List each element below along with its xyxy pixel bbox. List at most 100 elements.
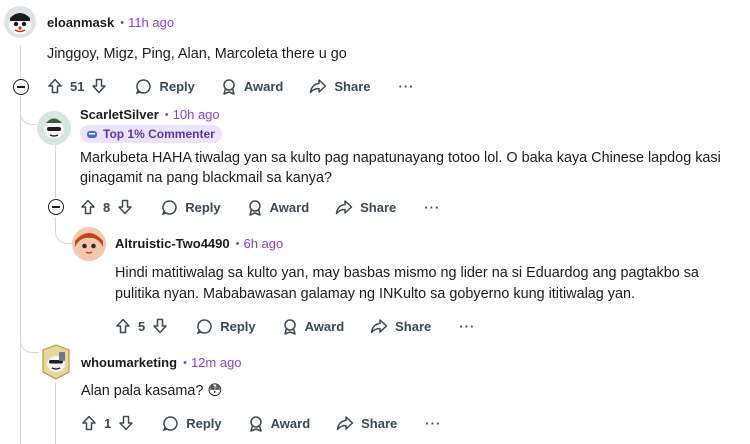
commenter-badge-icon — [87, 130, 97, 138]
anime-avatar-icon — [72, 227, 106, 261]
comment-body: Alan pala kasama? 😳 — [81, 383, 223, 399]
vote-count: 51 — [70, 78, 85, 94]
vote-group: 51 — [47, 78, 107, 94]
comment-body: Jinggoy, Migz, Ping, Alan, Marcoleta the… — [47, 46, 347, 62]
comment-body-line: ginagamit na pang blackmail sa kanya? — [80, 170, 332, 186]
badge-label: Top 1% Commenter — [103, 127, 215, 141]
reply-button[interactable]: Reply — [161, 199, 221, 216]
upvote-icon[interactable] — [115, 318, 131, 334]
username[interactable]: eloanmask — [47, 15, 114, 30]
share-label: Share — [395, 318, 432, 334]
award-button[interactable]: Award — [221, 78, 284, 95]
award-icon — [249, 415, 262, 432]
downvote-icon[interactable] — [118, 415, 134, 431]
reply-label: Reply — [186, 415, 222, 431]
username[interactable]: ScarletSilver — [80, 107, 159, 122]
thread-connector-altruistic — [55, 217, 73, 244]
timestamp[interactable]: 6h ago — [243, 236, 283, 251]
vote-group: 1 — [81, 415, 134, 431]
vote-count: 1 — [104, 415, 112, 431]
upvote-icon[interactable] — [47, 78, 63, 94]
timestamp[interactable]: 11h ago — [128, 15, 174, 30]
username[interactable]: Altruistic-Two4490 — [115, 236, 230, 251]
comment-header: Altruistic-Two4490 • 6h ago — [115, 236, 283, 251]
comment-header: whoumarketing • 12m ago — [81, 355, 242, 370]
snoo-avatar-icon — [42, 344, 70, 380]
collapse-toggle[interactable] — [48, 199, 64, 215]
upvote-icon[interactable] — [81, 415, 97, 431]
vote-count: 8 — [103, 199, 111, 215]
award-label: Award — [270, 415, 311, 431]
thread-connector-whou — [20, 330, 39, 353]
award-label: Award — [304, 318, 345, 334]
comment-actions: 5 Reply Award Share ··· — [115, 314, 475, 338]
reply-icon — [161, 199, 177, 215]
comment-actions: 51 Reply Award Share ··· — [47, 74, 415, 98]
upvote-icon[interactable] — [80, 199, 96, 215]
share-icon — [335, 200, 353, 215]
thread-line-whou — [55, 382, 56, 444]
award-label: Award — [243, 78, 284, 94]
reply-button[interactable]: Reply — [135, 78, 195, 95]
more-options-icon[interactable]: ··· — [459, 319, 475, 334]
avatar[interactable] — [72, 227, 106, 261]
award-icon — [248, 199, 261, 216]
share-label: Share — [361, 415, 398, 431]
username[interactable]: whoumarketing — [81, 355, 177, 370]
separator-dot: • — [183, 356, 187, 369]
award-button[interactable]: Award — [282, 318, 345, 335]
timestamp[interactable]: 12m ago — [191, 355, 242, 370]
snoo-avatar-icon — [4, 6, 36, 38]
reply-button[interactable]: Reply — [162, 415, 222, 432]
vote-group: 5 — [115, 318, 168, 334]
comment-header: eloanmask • 11h ago — [47, 15, 174, 30]
avatar[interactable] — [37, 111, 71, 145]
thread-connector-scarlet — [20, 96, 37, 125]
share-label: Share — [334, 78, 371, 94]
thread-line-scarlet — [55, 143, 56, 198]
avatar[interactable] — [39, 344, 73, 380]
downvote-icon[interactable] — [117, 199, 133, 215]
downvote-icon[interactable] — [91, 78, 107, 94]
award-icon — [223, 78, 235, 95]
share-icon — [336, 416, 354, 431]
comment-body-line: Hindi matitiwalag sa kulto yan, may basb… — [115, 265, 699, 281]
reply-label: Reply — [220, 318, 256, 334]
award-button[interactable]: Award — [247, 199, 310, 216]
timestamp[interactable]: 10h ago — [173, 107, 220, 122]
reply-button[interactable]: Reply — [196, 318, 256, 335]
share-button[interactable]: Share — [335, 199, 396, 215]
separator-dot: • — [235, 237, 240, 250]
share-icon — [310, 79, 327, 94]
collapse-toggle[interactable] — [13, 79, 29, 95]
more-options-icon[interactable]: ··· — [425, 416, 441, 431]
share-label: Share — [360, 199, 397, 215]
share-icon — [370, 319, 388, 334]
comment-body-line: pulitika nyan. Mababawasan galamay ng IN… — [115, 286, 635, 302]
reply-label: Reply — [185, 199, 221, 215]
vote-group: 8 — [80, 199, 133, 215]
comment-body-line: Markubeta HAHA tiwalag yan sa kulto pag … — [80, 150, 721, 166]
award-icon — [283, 318, 296, 335]
separator-dot: • — [164, 108, 169, 121]
reply-icon — [196, 318, 212, 334]
more-options-icon[interactable]: ··· — [399, 79, 415, 94]
snoo-avatar-icon — [37, 111, 71, 145]
share-button[interactable]: Share — [336, 415, 397, 431]
downvote-icon[interactable] — [152, 318, 168, 334]
award-button[interactable]: Award — [248, 415, 311, 432]
vote-count: 5 — [138, 318, 146, 334]
comment-header: ScarletSilver • 10h ago — [80, 107, 220, 122]
more-options-icon[interactable]: ··· — [424, 200, 440, 215]
reply-label: Reply — [159, 78, 195, 94]
separator-dot: • — [120, 16, 125, 29]
top-commenter-badge: Top 1% Commenter — [80, 125, 222, 143]
reply-icon — [136, 78, 152, 94]
avatar[interactable] — [4, 6, 36, 38]
comment-actions: 1 Reply Award Share ··· — [81, 411, 441, 435]
share-button[interactable]: Share — [370, 318, 431, 334]
comment-actions: 8 Reply Award Share ··· — [80, 195, 440, 219]
share-button[interactable]: Share — [309, 78, 371, 94]
award-label: Award — [269, 199, 310, 215]
reply-icon — [162, 415, 178, 431]
